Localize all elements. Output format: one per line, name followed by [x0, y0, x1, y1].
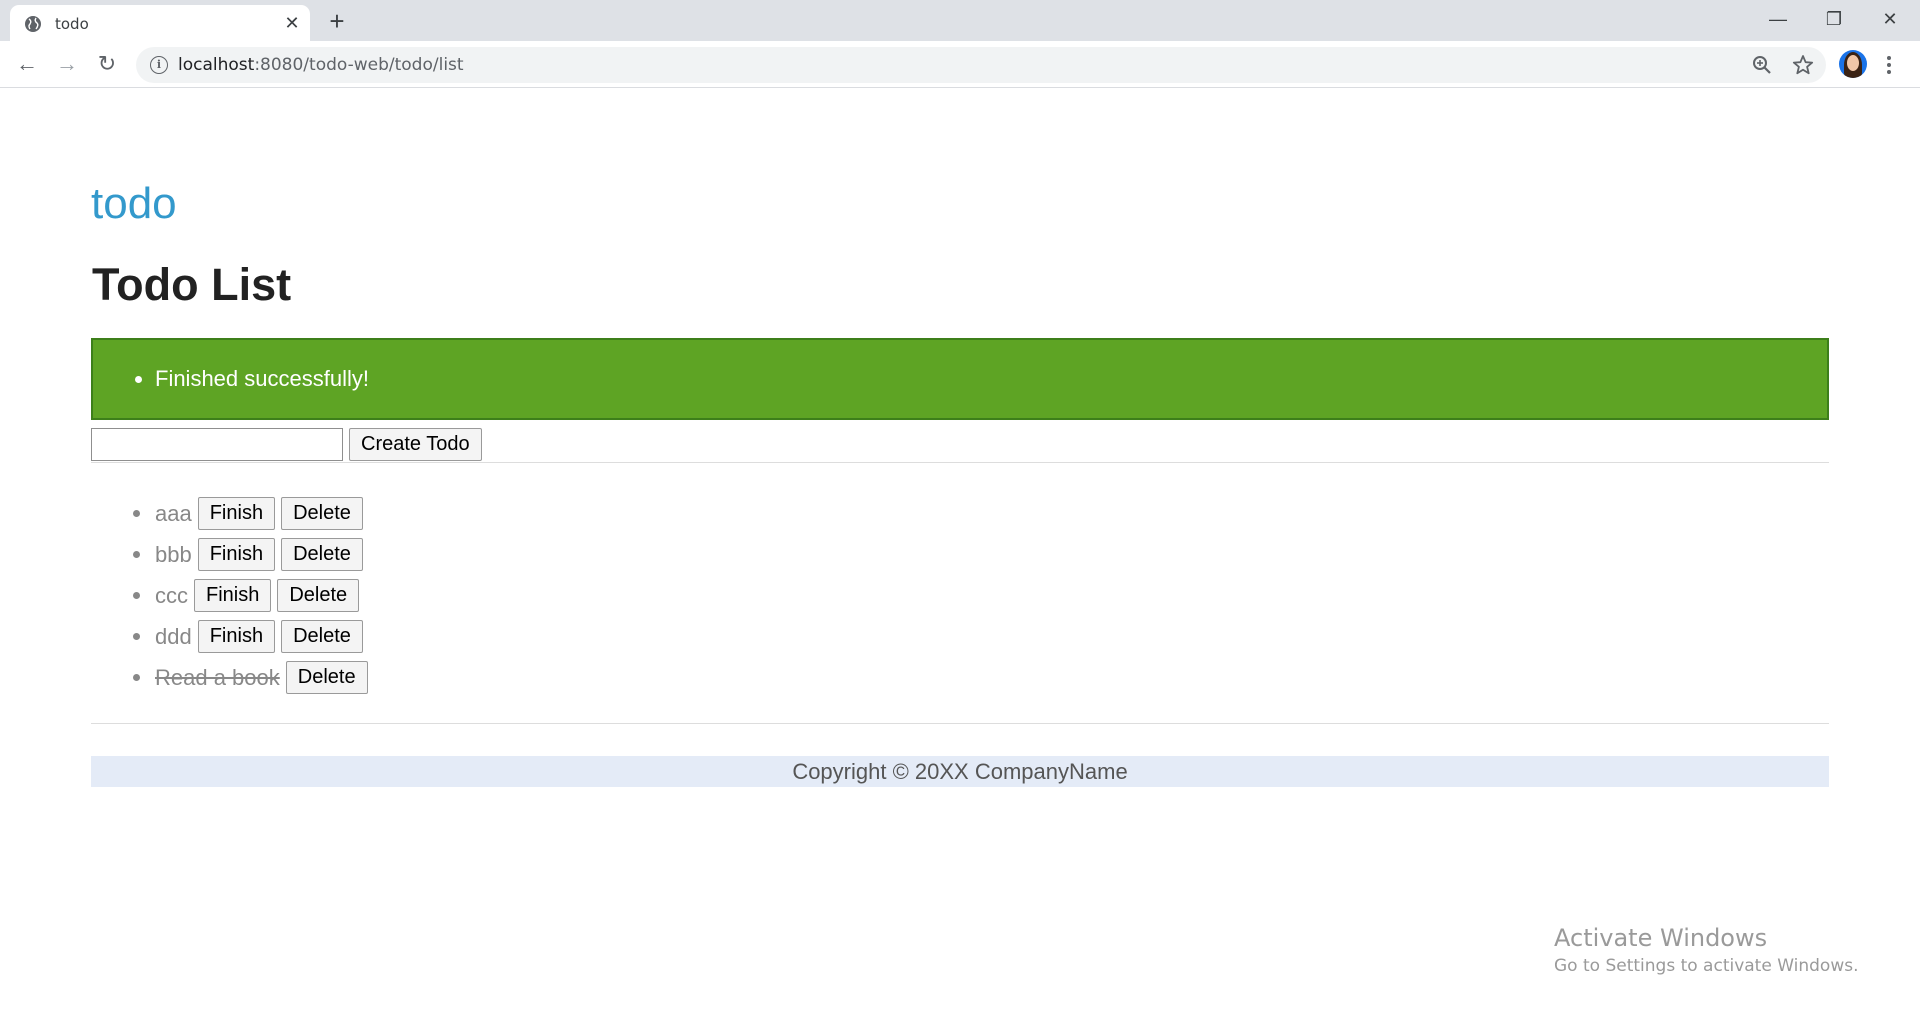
bullet [133, 674, 140, 681]
menu-icon[interactable] [1885, 54, 1893, 76]
url-host: localhost [178, 55, 255, 75]
todo-item: ccc Finish Delete [133, 575, 374, 616]
back-button[interactable]: ← [10, 47, 44, 81]
close-window-button[interactable]: ✕ [1862, 0, 1918, 38]
todo-title: bbb [155, 541, 192, 567]
bullet [133, 510, 140, 517]
divider [91, 723, 1829, 724]
avatar-face [1847, 55, 1859, 71]
address-bar[interactable]: i localhost:8080/todo-web/todo/list [136, 47, 1826, 83]
todo-item: aaa Finish Delete [133, 493, 374, 534]
brand-link[interactable]: todo [91, 179, 177, 229]
watermark-subtitle: Go to Settings to activate Windows. [1554, 956, 1859, 976]
watermark-title: Activate Windows [1554, 924, 1768, 952]
success-alert: Finished successfully! [91, 338, 1829, 420]
globe-icon [25, 16, 41, 32]
info-icon[interactable]: i [150, 56, 168, 74]
url-text[interactable]: localhost:8080/todo-web/todo/list [178, 55, 464, 75]
tab-bar: todo ✕ + — ❐ ✕ [0, 0, 1920, 41]
browser-toolbar: ← → ↻ i localhost:8080/todo-web/todo/lis… [0, 41, 1920, 88]
todo-title: ddd [155, 623, 192, 649]
browser-tab[interactable]: todo ✕ [10, 5, 310, 41]
todo-item-finished: Read a book Delete [133, 657, 374, 698]
delete-button[interactable]: Delete [285, 661, 368, 694]
delete-button[interactable]: Delete [281, 620, 363, 653]
todo-list: aaa Finish Delete bbb Finish Delete ccc … [133, 493, 374, 698]
delete-button[interactable]: Delete [281, 497, 363, 530]
finish-button[interactable]: Finish [197, 620, 276, 653]
alert-list: Finished successfully! [155, 366, 369, 392]
todo-title: ccc [155, 582, 188, 608]
new-tab-button[interactable]: + [322, 7, 352, 35]
restore-button[interactable]: ❐ [1806, 0, 1862, 38]
forward-button[interactable]: → [50, 47, 84, 81]
reload-button[interactable]: ↻ [90, 47, 124, 81]
todo-title-input[interactable] [91, 428, 343, 461]
zoom-icon[interactable] [1752, 55, 1772, 75]
url-path: :8080/todo-web/todo/list [254, 55, 464, 75]
bullet [133, 633, 140, 640]
finish-button[interactable]: Finish [197, 538, 276, 571]
star-icon[interactable] [1792, 54, 1814, 76]
todo-title: aaa [155, 500, 192, 526]
bullet [133, 592, 140, 599]
create-todo-button[interactable]: Create Todo [349, 428, 482, 461]
footer: Copyright © 20XX CompanyName [91, 756, 1829, 787]
bullet [133, 551, 140, 558]
todo-item: bbb Finish Delete [133, 534, 374, 575]
avatar[interactable] [1839, 50, 1867, 78]
activate-windows-watermark: Activate Windows Go to Settings to activ… [1554, 924, 1859, 976]
minimize-button[interactable]: — [1750, 0, 1806, 38]
delete-button[interactable]: Delete [277, 579, 360, 612]
delete-button[interactable]: Delete [281, 538, 363, 571]
todo-item: ddd Finish Delete [133, 616, 374, 657]
create-todo-form: Create Todo [91, 428, 1829, 463]
finish-button[interactable]: Finish [194, 579, 272, 612]
tab-title: todo [55, 15, 89, 33]
todo-title-finished: Read a book [155, 664, 280, 690]
tab-close-icon[interactable]: ✕ [280, 11, 304, 35]
page-title: Todo List [92, 259, 292, 310]
alert-message: Finished successfully! [155, 366, 369, 392]
finish-button[interactable]: Finish [197, 497, 276, 530]
